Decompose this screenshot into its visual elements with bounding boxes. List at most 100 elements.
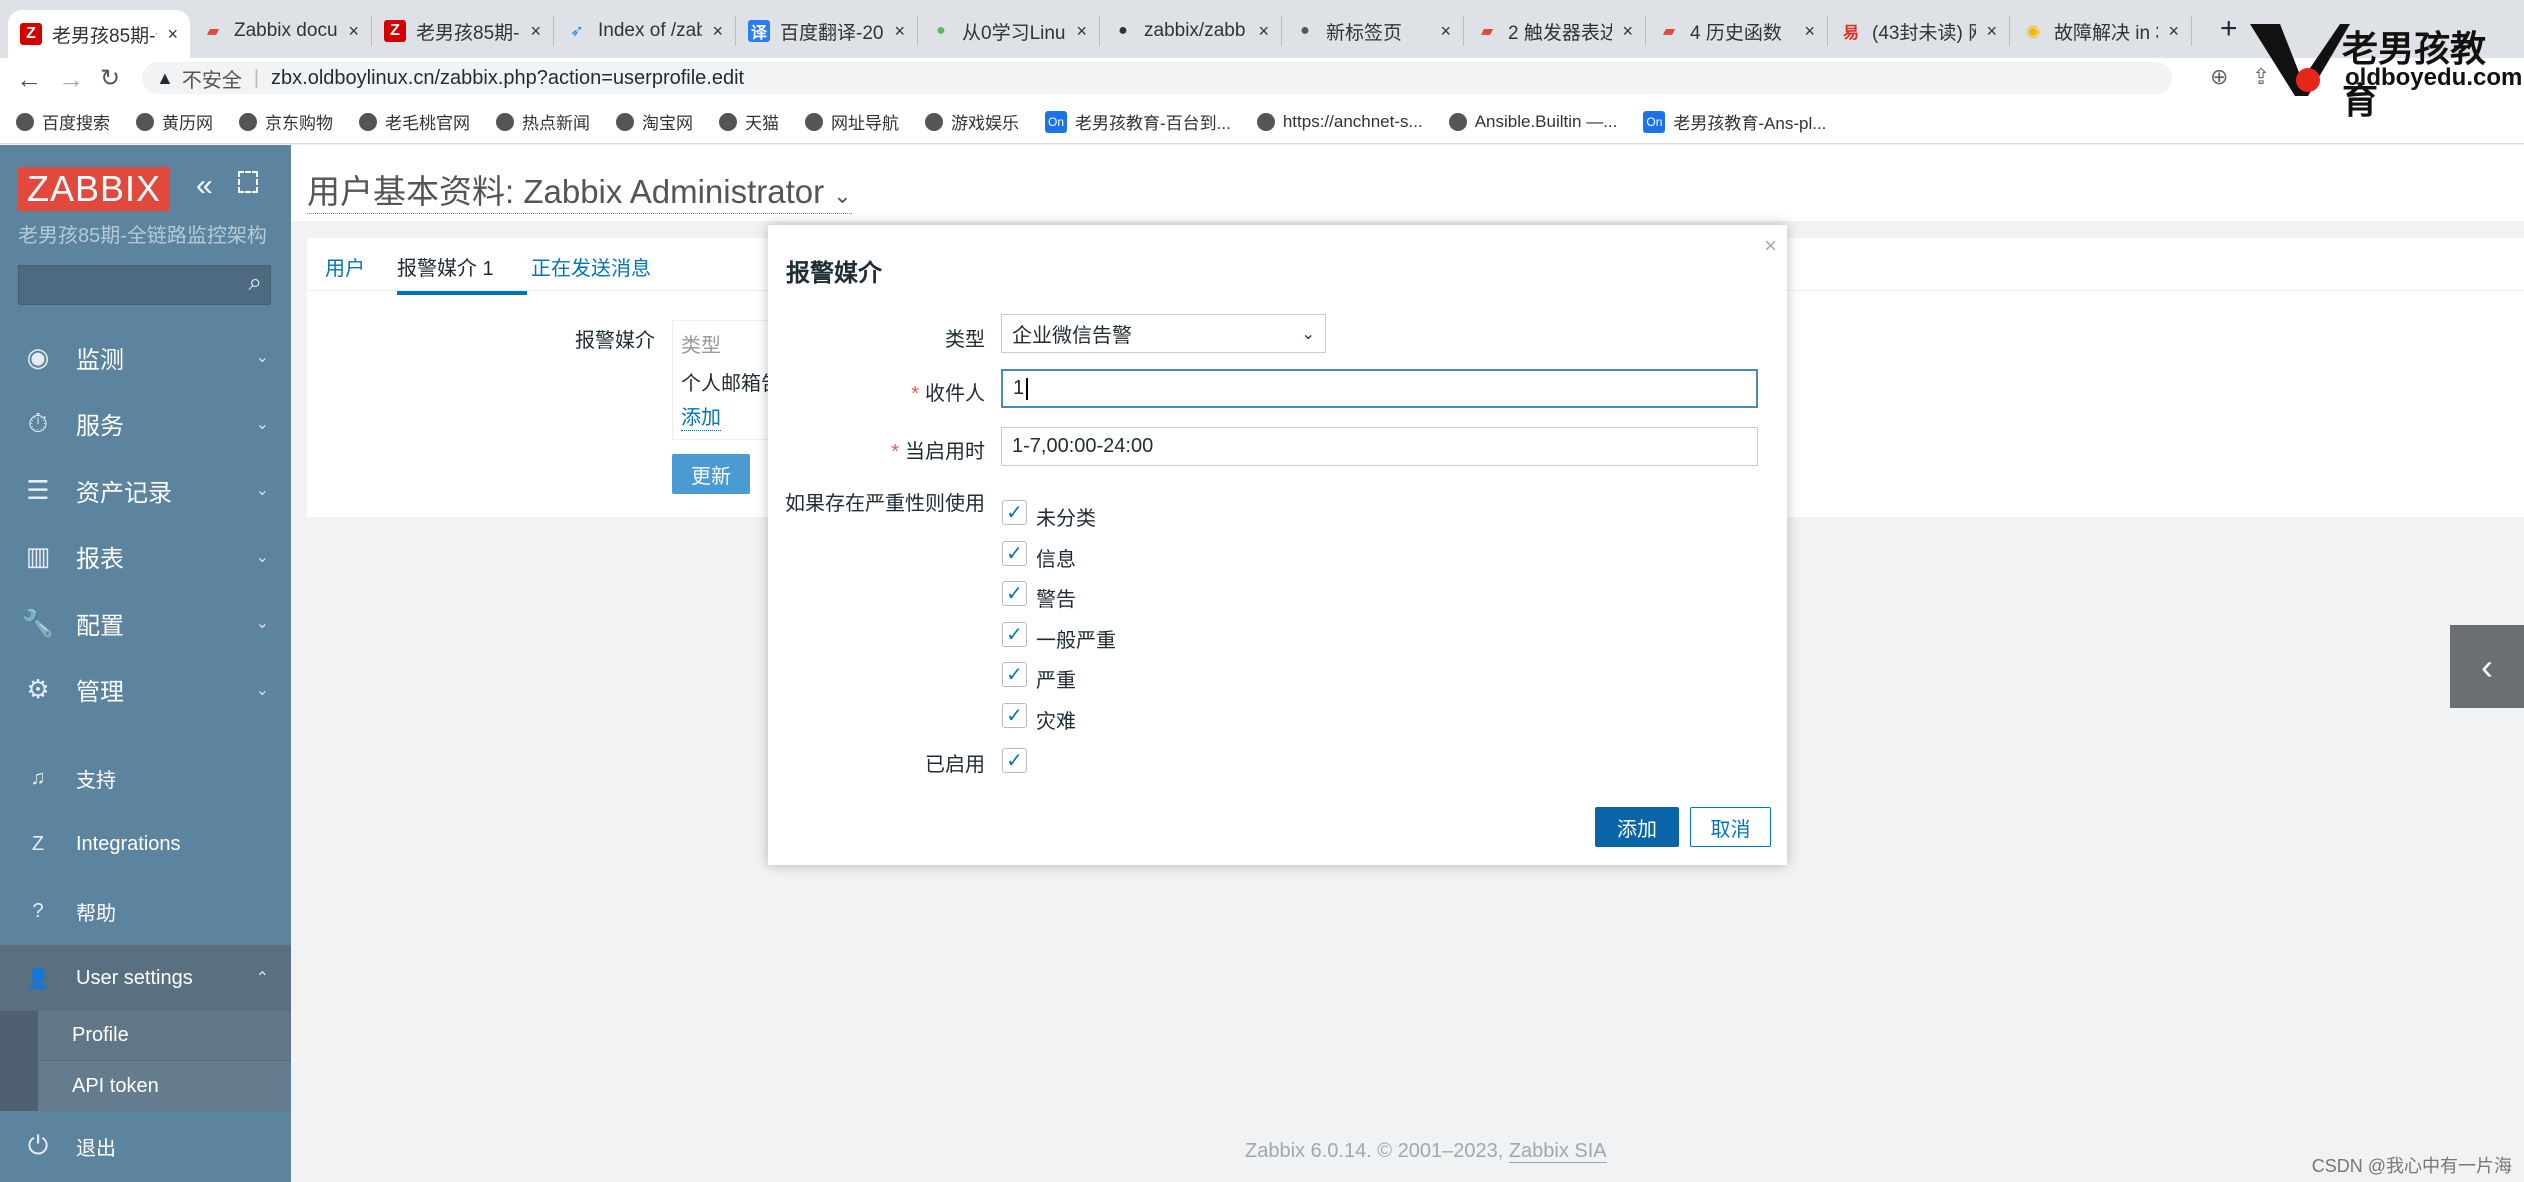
chevron-up-icon: ⌃ <box>255 970 269 987</box>
sidebar-subitem-api-token[interactable]: API token <box>38 1061 291 1111</box>
bookmark[interactable]: On 老男孩教育-Ans-pl... <box>1643 109 1826 134</box>
close-tab-icon[interactable]: × <box>1804 21 1815 42</box>
sidebar-item[interactable]: ⏱ 服务 ⌄ <box>0 394 291 454</box>
globe-icon <box>136 112 154 131</box>
sendto-input[interactable]: 1 <box>1001 369 1758 408</box>
close-tab-icon[interactable]: × <box>1076 21 1087 42</box>
close-tab-icon[interactable]: × <box>530 21 541 42</box>
bookmark[interactable]: 百度搜索 <box>16 109 110 134</box>
browser-tab[interactable]: ▰ 4 历史函数 × <box>1646 16 1828 46</box>
enabled-checkbox[interactable]: ✓ <box>1002 748 1027 773</box>
globe-icon <box>359 112 377 131</box>
sidebar-item[interactable]: ♫ 支持 <box>0 748 291 808</box>
kiosk-icon[interactable] <box>238 171 258 193</box>
close-tab-icon[interactable]: × <box>1622 21 1633 42</box>
browser-tab[interactable]: 译百度翻译-200 × <box>736 16 918 46</box>
bookmark[interactable]: 热点新闻 <box>496 109 590 134</box>
add-media-link[interactable]: 添加 <box>681 401 721 431</box>
power-icon: ⏻ <box>27 1130 49 1160</box>
sidebar-subitem-profile[interactable]: Profile <box>38 1011 291 1061</box>
page-title[interactable]: 用户基本资料: Zabbix Administrator ⌄ <box>307 165 852 214</box>
back-icon[interactable]: ← <box>16 64 42 95</box>
column-type: 类型 <box>681 335 721 357</box>
reload-icon[interactable]: ↻ <box>100 64 120 93</box>
period-input[interactable]: 1-7,00:00-24:00 <box>1001 427 1758 466</box>
browser-tab[interactable]: Z老男孩85期-全× <box>8 10 190 58</box>
book-icon: ▰ <box>1662 23 1676 40</box>
severity-option-label: 严重 <box>1036 670 1076 692</box>
search-icon[interactable]: ⌕ <box>249 269 262 297</box>
close-tab-icon[interactable]: × <box>348 21 359 42</box>
severity-checkbox[interactable]: ✓ <box>1002 702 1027 728</box>
sidebar-item-logout[interactable]: ⏻ 退出 <box>0 1116 291 1176</box>
severity-checkbox[interactable]: ✓ <box>1002 662 1027 687</box>
media-type-cell: 个人邮箱告 <box>681 373 773 395</box>
sidebar-search-input[interactable]: ⌕ <box>18 265 271 305</box>
sidebar-item[interactable]: ▥ 报表 ⌄ <box>0 527 291 587</box>
browser-tab[interactable]: ▰ 2 触发器表达 × <box>1464 16 1646 46</box>
bookmark[interactable]: On 老男孩教育-百台到... <box>1045 109 1231 134</box>
close-tab-icon[interactable]: × <box>1258 21 1269 42</box>
bookmark[interactable]: https://anchnet-s... <box>1256 112 1423 132</box>
bookmark[interactable]: 游戏娱乐 <box>925 109 1019 134</box>
tab-messaging[interactable]: 正在发送消息 <box>531 252 651 281</box>
footer-link[interactable]: Zabbix SIA <box>1508 1140 1607 1163</box>
close-tab-icon[interactable]: × <box>894 21 905 42</box>
type-select[interactable]: 企业微信告警 ⌄ <box>1001 314 1326 353</box>
sidebar-item[interactable]: 🔧 配置 ⌄ <box>0 593 291 653</box>
close-tab-icon[interactable]: × <box>712 21 723 42</box>
collapse-icon[interactable]: « <box>196 169 213 203</box>
tab-user[interactable]: 用户 <box>325 252 365 281</box>
severity-option-label: 信息 <box>1036 548 1076 571</box>
media-label: 报警媒介 <box>575 330 655 352</box>
browser-tab[interactable]: ➶ Index of /zab × <box>554 16 736 46</box>
bookmark[interactable]: 淘宝网 <box>616 109 693 134</box>
zabbix-logo[interactable]: ZABBIX <box>18 167 170 211</box>
browser-tab[interactable]: ● zabbix/zabb × <box>1100 16 1282 46</box>
new-tab-button[interactable]: + <box>2220 12 2238 46</box>
url-bar[interactable]: ▲ 不安全 | zbx.oldboylinux.cn/zabbix.php?ac… <box>142 62 2172 94</box>
sidebar-item[interactable]: ⚙ 管理 ⌄ <box>0 660 291 720</box>
bookmark[interactable]: Ansible.Builtin —... <box>1448 112 1617 132</box>
update-button[interactable]: 更新 <box>672 454 750 494</box>
sidebar-item[interactable]: Z Integrations <box>0 815 291 875</box>
zoom-icon[interactable]: ⊕ <box>2210 64 2228 90</box>
severity-checkbox[interactable]: ✓ <box>1002 581 1027 606</box>
add-button[interactable]: 添加 <box>1595 807 1679 847</box>
browser-tab[interactable]: ◉ 故障解决 in 3 × <box>2010 16 2192 46</box>
sidebar: ZABBIX « 老男孩85期-全链路监控架构 ⌕ ◉ 监测 ⌄ ⏱ 服务 ⌄ ☰ 资产记录 ⌄… <box>0 145 291 1182</box>
sidebar-item[interactable]: ? 帮助 <box>0 881 291 941</box>
z-icon: Z <box>31 833 45 855</box>
bookmark[interactable]: 天猫 <box>719 109 779 134</box>
severity-checkbox[interactable]: ✓ <box>1002 500 1027 525</box>
sidebar-item[interactable]: ☰ 资产记录 ⌄ <box>0 460 291 520</box>
stopwatch-icon: ⏱ <box>27 407 49 438</box>
security-label: 不安全 <box>181 69 242 92</box>
browser-tab[interactable]: Z老男孩85期-全× <box>372 16 554 46</box>
browser-tab[interactable]: 易 (43封未读) 网 × <box>1828 16 2010 46</box>
bird-icon: ➶ <box>570 23 584 40</box>
bookmark[interactable]: 黄历网 <box>136 109 213 134</box>
bookmark[interactable]: 京东购物 <box>239 109 333 134</box>
forward-icon[interactable]: → <box>58 64 84 95</box>
side-panel-toggle-button[interactable]: ‹ <box>2450 625 2524 708</box>
close-tab-icon[interactable]: × <box>167 24 178 45</box>
bookmark[interactable]: 老毛桃官网 <box>359 109 470 134</box>
browser-tab[interactable]: ▰ Zabbix docu × <box>190 16 372 46</box>
close-tab-icon[interactable]: × <box>1986 21 1997 42</box>
browser-tab[interactable]: ● 从0学习Linux × <box>918 16 1100 46</box>
bookmark[interactable]: 网址导航 <box>805 109 899 134</box>
url-text: zbx.oldboylinux.cn/zabbix.php?action=use… <box>271 66 745 89</box>
close-tab-icon[interactable]: × <box>1440 21 1451 42</box>
close-tab-icon[interactable]: × <box>2168 21 2179 42</box>
severity-checkbox[interactable]: ✓ <box>1002 540 1027 566</box>
sidebar-item-user-settings[interactable]: 👤 User settings ⌃ <box>0 945 291 1011</box>
browser-tab[interactable]: ● 新标签页 × <box>1282 16 1464 46</box>
globe-icon <box>1448 112 1467 131</box>
tab-media[interactable]: 报警媒介 1 <box>397 252 527 295</box>
severity-checkbox[interactable]: ✓ <box>1002 621 1027 647</box>
page-header: 用户基本资料: Zabbix Administrator ⌄ <box>291 145 2524 221</box>
sidebar-item[interactable]: ◉ 监测 ⌄ <box>0 327 291 387</box>
cancel-button[interactable]: 取消 <box>1690 807 1771 847</box>
close-icon[interactable]: × <box>1764 233 1777 259</box>
